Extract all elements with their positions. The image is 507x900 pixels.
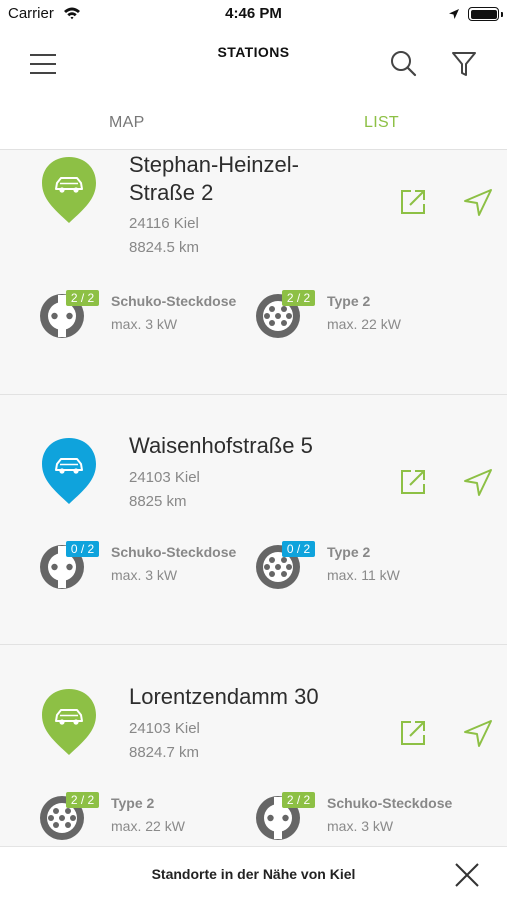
location-banner: Standorte in der Nähe von Kiel <box>0 846 507 900</box>
external-link-icon[interactable] <box>398 718 428 748</box>
availability-badge: 2 / 2 <box>66 792 99 808</box>
location-banner-text: Standorte in der Nähe von Kiel <box>151 866 356 882</box>
connector-name: Type 2 <box>111 795 155 811</box>
navigation-arrow-icon[interactable] <box>462 467 494 497</box>
station-name: Stephan-Heinzel- Straße 2 <box>129 152 299 205</box>
search-icon[interactable] <box>386 48 422 80</box>
connector-name: Type 2 <box>327 544 371 560</box>
availability-badge: 0 / 2 <box>66 541 99 557</box>
battery-icon <box>468 7 503 21</box>
car-pin-icon <box>42 689 96 755</box>
tab-map[interactable]: MAP <box>109 114 145 132</box>
availability-badge: 2 / 2 <box>282 290 315 306</box>
connector-power: max. 3 kW <box>111 567 178 583</box>
connector-power: max. 22 kW <box>111 818 185 834</box>
connector-name: Schuko-Steckdose <box>111 544 237 560</box>
connector-power: max. 22 kW <box>327 316 401 332</box>
clock: 4:46 PM <box>225 5 282 22</box>
view-tabs: MAP LIST <box>0 96 507 150</box>
station-name: Lorentzendamm 30 <box>129 684 319 709</box>
car-pin-icon <box>42 438 96 504</box>
filter-icon[interactable] <box>446 48 482 80</box>
station-address: 24116 Kiel <box>129 215 199 232</box>
external-link-icon[interactable] <box>398 467 428 497</box>
availability-badge: 2 / 2 <box>66 290 99 306</box>
connector-name: Schuko-Steckdose <box>327 795 453 811</box>
location-services-icon <box>449 9 459 19</box>
tab-list[interactable]: LIST <box>364 114 399 132</box>
connector-name: Schuko-Steckdose <box>111 293 237 309</box>
station-distance: 8825 km <box>129 493 187 510</box>
navigation-arrow-icon[interactable] <box>462 187 494 217</box>
station-card[interactable]: Lorentzendamm 30 24103 Kiel 8824.7 km 2 … <box>0 647 507 846</box>
station-list[interactable]: Stephan-Heinzel- Straße 2 24116 Kiel 882… <box>0 151 507 846</box>
external-link-icon[interactable] <box>398 187 428 217</box>
close-icon[interactable] <box>452 860 482 890</box>
station-address: 24103 Kiel <box>129 469 200 486</box>
connector-power: max. 3 kW <box>111 316 178 332</box>
station-distance: 8824.5 km <box>129 239 200 256</box>
status-bar: Carrier 4:46 PM <box>0 0 507 30</box>
connector-name: Type 2 <box>327 293 371 309</box>
connector-power: max. 11 kW <box>327 567 400 583</box>
availability-badge: 0 / 2 <box>282 541 315 557</box>
station-address: 24103 Kiel <box>129 720 200 737</box>
availability-badge: 2 / 2 <box>282 792 315 808</box>
station-card[interactable]: Stephan-Heinzel- Straße 2 24116 Kiel 882… <box>0 151 507 395</box>
station-name: Waisenhofstraße 5 <box>129 433 313 458</box>
navigation-arrow-icon[interactable] <box>462 718 494 748</box>
page-title: STATIONS <box>217 44 290 60</box>
station-card[interactable]: Waisenhofstraße 5 24103 Kiel 8825 km 0 /… <box>0 396 507 645</box>
navigation-bar: STATIONS <box>0 30 507 96</box>
connector-power: max. 3 kW <box>327 818 394 834</box>
car-pin-icon <box>42 157 96 223</box>
station-distance: 8824.7 km <box>129 744 200 761</box>
